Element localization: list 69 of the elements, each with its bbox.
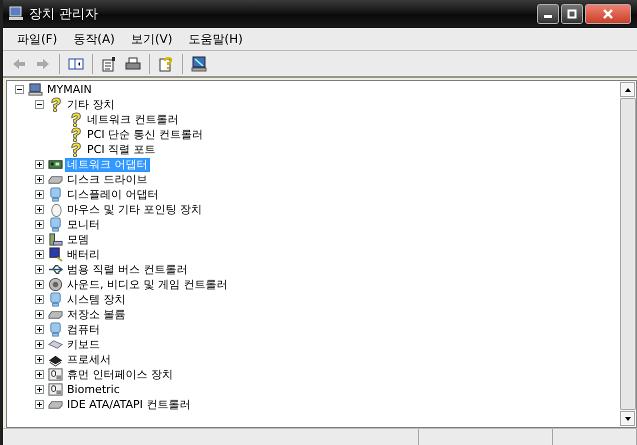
tree-item[interactable]: Biometric [65,382,122,396]
tree-item[interactable]: 사운드, 비디오 및 게임 컨트롤러 [65,278,230,292]
scan-hardware-icon[interactable] [191,56,207,72]
tree-item[interactable]: 디스플레이 어댑터 [65,188,160,202]
scroll-up-button[interactable] [620,82,635,97]
down-arrow-icon [624,414,632,422]
tree-item[interactable]: 범용 직렬 버스 컨트롤러 [65,262,190,276]
expand-toggle[interactable] [35,190,44,199]
monitor-icon [48,187,63,202]
tree-item[interactable]: 휴먼 인터페이스 장치 [65,368,175,382]
expand-toggle[interactable] [35,250,44,259]
tree-item[interactable]: 저장소 볼륨 [65,308,128,322]
tree-item[interactable]: 모니터 [65,218,102,232]
tree-item[interactable]: 디스크 드라이브 [65,172,150,186]
close-icon [603,9,613,19]
tree-item[interactable]: IDE ATA/ATAPI 컨트롤러 [65,398,192,412]
up-arrow-icon [624,86,632,94]
computer-icon [28,82,43,97]
tree-item[interactable]: 네트워크 컨트롤러 [85,112,180,126]
expand-toggle[interactable] [35,370,44,379]
monitor-icon [48,322,63,337]
tree-item[interactable]: 기타 장치 [65,98,116,112]
monitor-icon [48,217,63,232]
tree-item[interactable]: 프로세서 [65,352,113,366]
expand-toggle[interactable] [35,355,44,364]
expand-toggle[interactable] [35,175,44,184]
expand-toggle[interactable] [35,340,44,349]
menu-item[interactable]: 파일(F) [11,28,64,50]
tree-item[interactable]: 키보드 [65,338,102,352]
tree-item[interactable]: 마우스 및 기타 포인팅 장치 [65,202,204,216]
pane-icon[interactable] [68,56,84,72]
input-device-icon [48,367,63,382]
expand-toggle[interactable] [35,265,44,274]
input-device-icon [48,382,63,397]
expand-toggle[interactable] [35,205,44,214]
maximize-icon [567,9,577,19]
expand-toggle[interactable] [35,385,44,394]
tree-item[interactable]: PCI 직렬 포트 [85,142,158,156]
computer-icon [8,6,24,22]
usb-icon [48,262,63,277]
tree-item[interactable]: 시스템 장치 [65,292,128,306]
expand-toggle[interactable] [35,280,44,289]
maximize-button[interactable] [561,4,583,24]
expand-toggle[interactable] [35,310,44,319]
menu-item[interactable]: 동작(A) [67,28,121,50]
tree-item[interactable]: MYMAIN [45,82,94,96]
window-title: 장치 관리자 [29,6,100,23]
close-button[interactable] [585,4,631,24]
menu-item[interactable]: 도움말(H) [182,28,249,50]
expand-toggle[interactable] [35,400,44,409]
expand-toggle[interactable] [35,325,44,334]
collapse-toggle[interactable] [35,100,44,109]
properties-icon[interactable] [101,56,117,72]
tree-item[interactable]: 모뎀 [65,232,91,246]
tree-item[interactable]: 배터리 [65,248,102,262]
expand-toggle[interactable] [35,220,44,229]
collapse-toggle[interactable] [15,85,24,94]
tree-item[interactable]: PCI 단순 통신 컨트롤러 [85,128,206,142]
scroll-down-button[interactable] [620,411,635,426]
monitor-icon [48,292,63,307]
speaker-icon [48,277,63,292]
minimize-button[interactable] [537,4,559,24]
expand-toggle[interactable] [35,160,44,169]
expand-toggle[interactable] [35,235,44,244]
tree-item[interactable]: 컴퓨터 [65,322,102,336]
help-icon[interactable] [158,56,174,72]
menu-item[interactable]: 보기(V) [124,28,178,50]
printer-icon[interactable] [125,56,141,72]
expand-toggle[interactable] [35,295,44,304]
